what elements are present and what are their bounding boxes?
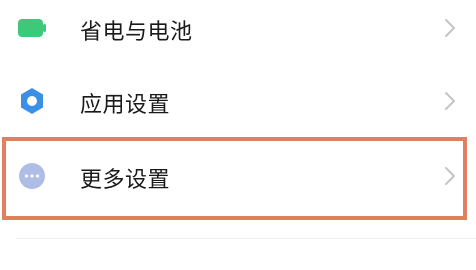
divider [16, 238, 476, 239]
battery-icon [17, 17, 47, 43]
gear-icon [17, 86, 47, 120]
chevron-right-icon [444, 91, 456, 115]
settings-item-label: 省电与电池 [80, 20, 193, 45]
chevron-right-icon [444, 18, 456, 42]
chevron-right-icon [444, 166, 456, 190]
settings-item-battery[interactable]: 省电与电池 [0, 0, 476, 65]
settings-list: 省电与电池 应用设置 更多设置 [0, 0, 476, 270]
settings-item-more-settings[interactable]: 更多设置 [0, 143, 476, 213]
more-dots-icon [17, 161, 47, 195]
settings-item-app-settings[interactable]: 应用设置 [0, 68, 476, 138]
settings-item-label: 更多设置 [80, 168, 171, 193]
settings-item-label: 应用设置 [80, 93, 171, 118]
